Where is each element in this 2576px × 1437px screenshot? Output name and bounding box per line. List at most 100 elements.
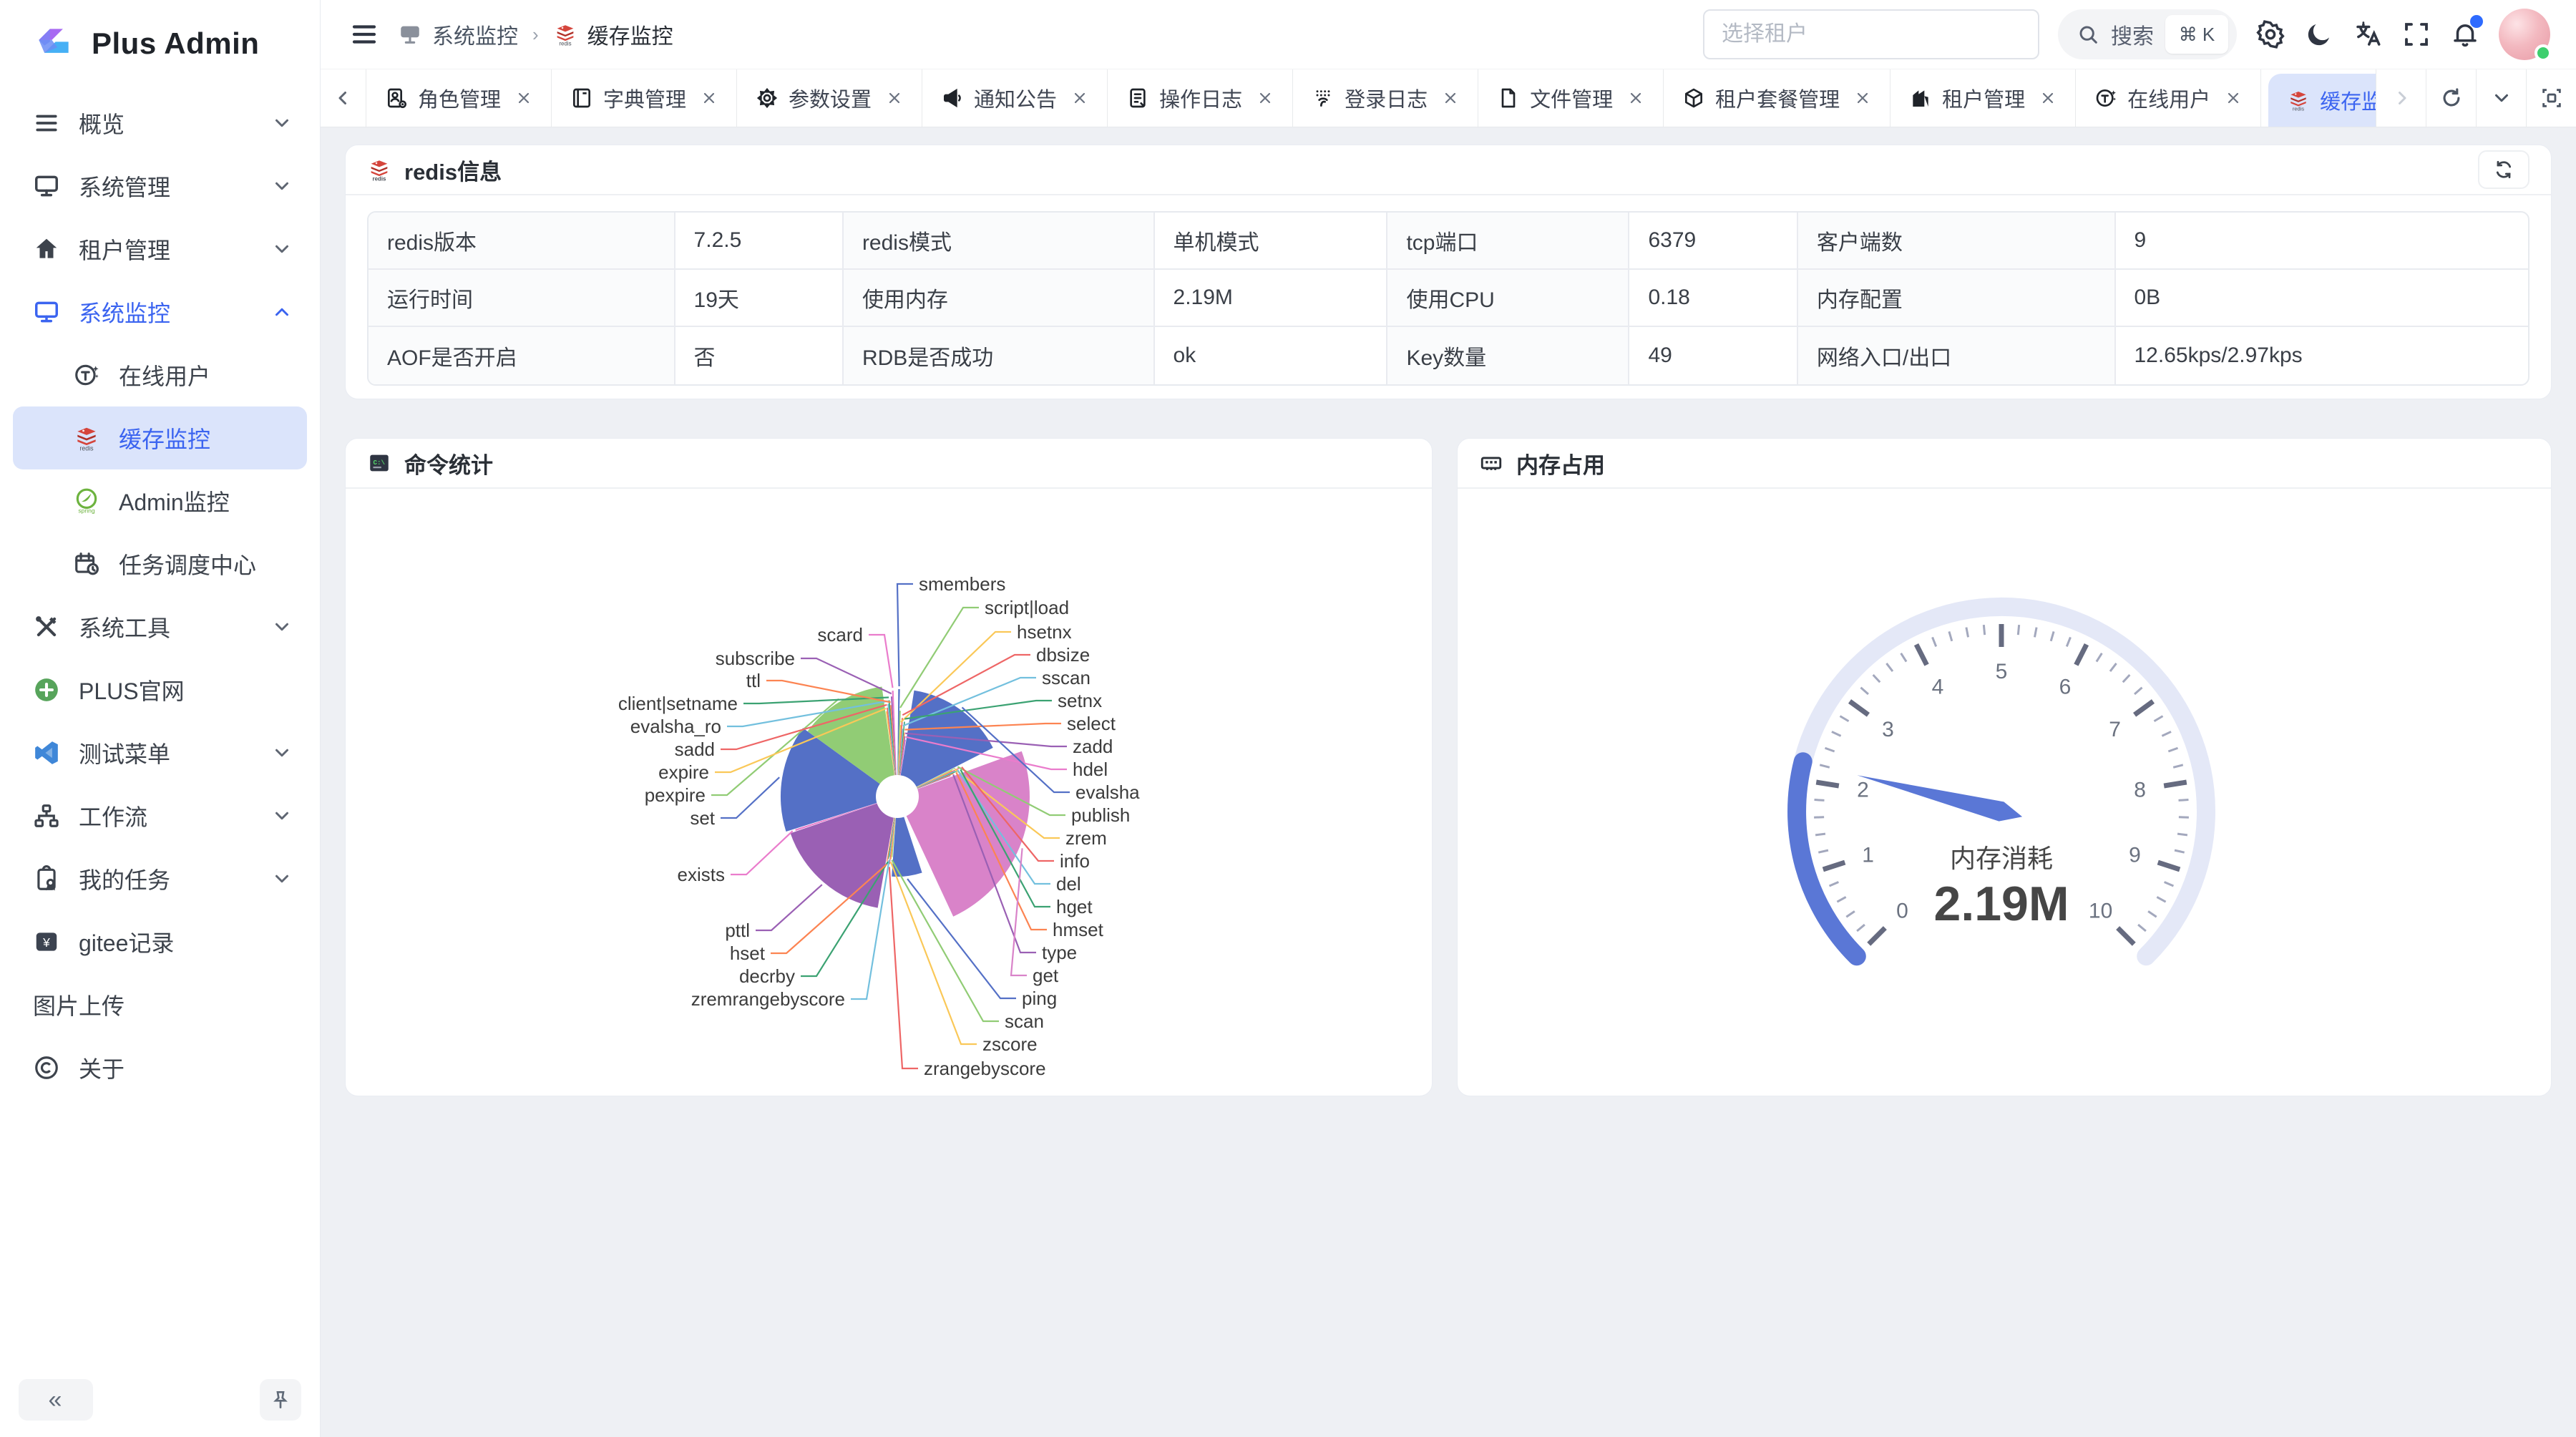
gauge-minor-tick [2165,882,2174,886]
notifications-button[interactable] [2450,19,2480,49]
gauge-major-tick [2164,782,2187,786]
tab-close-icon[interactable] [1627,89,1644,107]
tab-6[interactable]: 文件管理 [1478,69,1664,127]
gauge-major-tick [1916,645,1927,666]
tab-refresh-button[interactable] [2426,69,2476,127]
info-label: 客户端数 [1798,213,2116,268]
breadcrumb-item[interactable]: 系统监控 [432,19,518,50]
chevron-down-icon [271,868,293,890]
tab-10[interactable]: 缓存监控 [2268,74,2376,127]
tab-close-icon[interactable] [1257,89,1274,107]
sidebar-item-11[interactable]: 工作流 [13,784,307,847]
sidebar-item-5[interactable]: 缓存监控 [13,406,307,469]
tab-close-icon[interactable] [1442,89,1459,107]
content-fullscreen-button[interactable] [2526,69,2576,127]
tab-4[interactable]: 操作日志 [1108,69,1293,127]
tab-7[interactable]: 租户套餐管理 [1664,69,1890,127]
sidebar-item-15[interactable]: 关于 [13,1036,307,1099]
gauge-value: 2.19M [1934,877,2069,931]
gauge-tick-label: 1 [1862,844,1874,867]
sidebar-item-3[interactable]: 系统监控 [13,281,307,344]
tab-close-icon[interactable] [2225,89,2242,107]
info-label: 使用CPU [1387,270,1629,326]
gauge-minor-tick [2162,731,2171,736]
tab-label: 文件管理 [1530,83,1613,113]
sidebar-item-10[interactable]: 测试菜单 [13,721,307,784]
sidebar-item-14[interactable]: 图片上传 [13,973,307,1036]
tenant-select-input[interactable] [1703,9,2039,59]
gauge-minor-tick [2123,675,2130,682]
schedule-icon [73,550,100,578]
online-user-icon [73,361,100,389]
settings-gear-icon[interactable] [2255,19,2285,49]
rose-label-dbsize: dbsize [1036,644,1090,666]
gauge-minor-tick [1846,911,1855,917]
avatar[interactable] [2499,9,2550,60]
sidebar-collapse-button[interactable]: « [19,1379,93,1421]
rose-label-scard: scard [817,624,863,646]
info-label: tcp端口 [1387,213,1629,268]
hamburger-icon[interactable] [349,19,379,49]
gauge-title: 内存消耗 [1950,844,2053,873]
tabs-scroll-left-button[interactable] [321,69,366,127]
tab-0[interactable]: 角色管理 [366,69,552,127]
tab-9[interactable]: 在线用户 [2076,69,2261,127]
sidebar-pin-button[interactable] [260,1379,301,1421]
rose-label-evalsha_ro: evalsha_ro [630,716,721,737]
copyright-icon [33,1054,60,1081]
sync-icon [2492,158,2515,181]
tab-menu-button[interactable] [2476,69,2526,127]
gauge-minor-tick [2135,688,2142,694]
sidebar-item-label: 任务调度中心 [119,547,256,580]
fullscreen-icon[interactable] [2401,19,2431,49]
sidebar-item-label: 关于 [79,1051,125,1084]
global-search[interactable]: 搜索 ⌘ K [2058,9,2237,59]
tab-1[interactable]: 字典管理 [552,69,737,127]
tab-8[interactable]: 租户管理 [1890,69,2076,127]
home-icon [33,235,60,263]
sidebar-item-1[interactable]: 系统管理 [13,155,307,218]
oplog-icon [1126,87,1149,109]
sidebar-item-13[interactable]: gitee记录 [13,910,307,973]
rose-label-hsetnx: hsetnx [1017,621,1072,643]
redis-refresh-button[interactable] [2478,150,2529,189]
tab-close-icon[interactable] [886,89,903,107]
tab-label: 通知公告 [974,83,1057,113]
info-label: 运行时间 [369,270,675,326]
tab-3[interactable]: 通知公告 [922,69,1108,127]
tab-close-icon[interactable] [2039,89,2057,107]
tab-5[interactable]: 登录日志 [1293,69,1478,127]
rose-leader-line [731,831,793,875]
sidebar-item-12[interactable]: 我的任务 [13,847,307,910]
tabs-scroll-right-button[interactable] [2376,69,2426,127]
tab-close-icon[interactable] [1854,89,1871,107]
sidebar-item-4[interactable]: 在线用户 [13,344,307,406]
sidebar-item-8[interactable]: 系统工具 [13,595,307,658]
rose-label-smembers: smembers [919,573,1005,595]
gauge-minor-tick [1815,800,1825,801]
app-logo: Plus Admin [0,0,320,73]
language-translate-icon[interactable] [2353,19,2383,49]
tab-2[interactable]: 参数设置 [737,69,922,127]
building-icon [1909,87,1932,109]
sidebar-item-6[interactable]: Admin监控 [13,469,307,532]
dark-mode-moon-icon[interactable] [2304,19,2334,49]
gauge-minor-tick [2110,663,2117,671]
sidebar-item-9[interactable]: PLUS官网 [13,658,307,721]
workflow-icon [33,802,60,829]
gauge-minor-tick [1857,925,1865,931]
gauge-arc [1797,761,1857,956]
tab-close-icon[interactable] [701,89,718,107]
gauge-tick-label: 9 [2129,844,2141,867]
sidebar-item-0[interactable]: 概览 [13,92,307,155]
sidebar-item-7[interactable]: 任务调度中心 [13,532,307,595]
tab-close-icon[interactable] [1071,89,1088,107]
gauge-minor-tick [2177,834,2187,835]
gauge-minor-tick [2179,800,2189,801]
online-status-dot [2534,44,2552,62]
info-value: 0B [2116,270,2529,326]
sidebar-item-2[interactable]: 租户管理 [13,218,307,281]
rose-label-get: get [1033,965,1059,986]
rose-label-ttl: ttl [746,670,761,691]
tab-close-icon[interactable] [515,89,532,107]
